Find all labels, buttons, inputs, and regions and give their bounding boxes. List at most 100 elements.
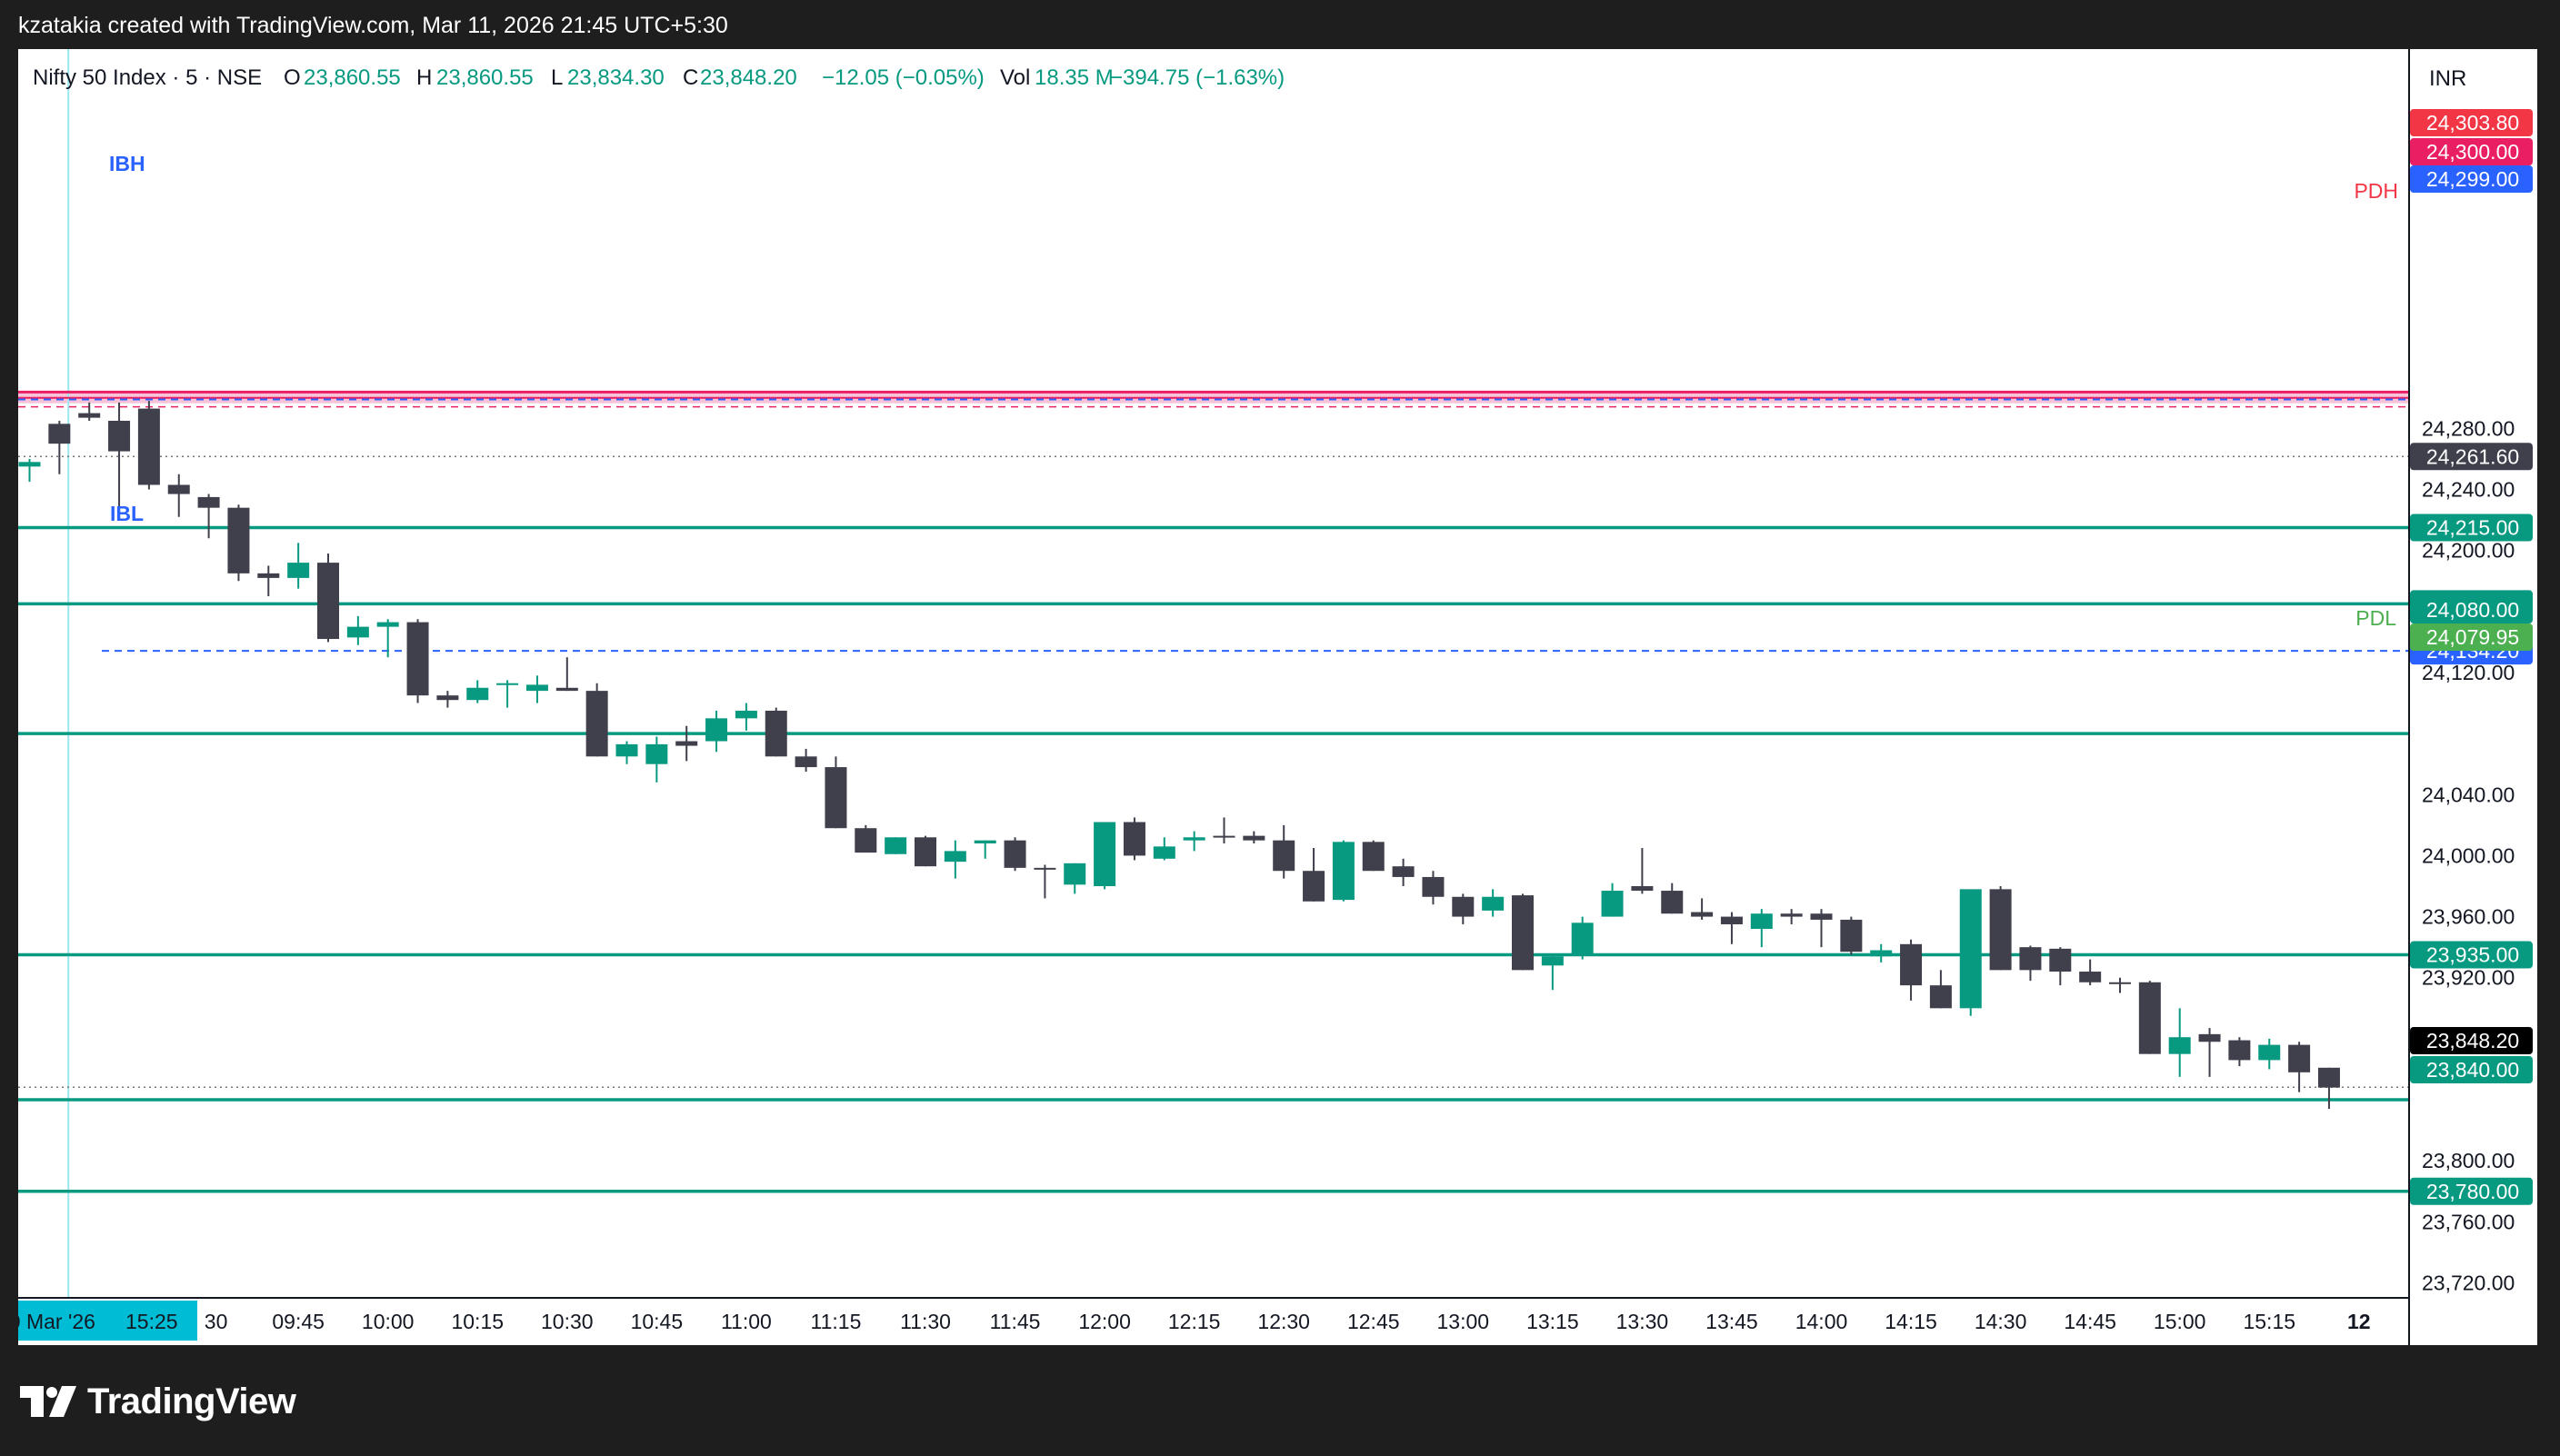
candle-body-27 [825,767,847,829]
candle-body-74 [2228,1040,2251,1061]
time-tick-15:00: 15:00 [2154,1310,2206,1333]
legend-day-change: −394.75 (−1.63%) [1110,65,1285,90]
price-tick-2: 24,200.00 [2422,539,2515,563]
candle-body-63 [1900,943,1923,986]
price-tick-4: 24,040.00 [2422,783,2515,806]
candle-body-72 [2168,1037,2191,1054]
candle-body-62 [1870,950,1893,957]
price-label-text-7: 24,080.00 [2426,598,2519,622]
candle-body-30 [915,837,936,867]
candle-body-1 [48,424,71,444]
time-tick-14:15: 14:15 [1885,1310,1937,1333]
candle-body-47 [1422,876,1445,897]
legend-close-label: C [683,65,698,90]
candle-body-14 [436,695,459,701]
tradingview-logo[interactable]: TradingView [20,1380,296,1423]
candle-body-24 [735,710,757,719]
price-tick-11: 23,720.00 [2422,1272,2515,1295]
candle-body-13 [406,622,429,696]
price-tick-0: 24,280.00 [2422,416,2515,440]
legend-high-label: H [416,65,432,90]
time-tick-12:00: 12:00 [1078,1310,1131,1333]
time-tick-13:15: 13:15 [1526,1310,1579,1333]
legend-change: −12.05 (−0.05%) [822,65,985,90]
candle-body-25 [765,710,787,757]
candle-body-12 [376,622,399,627]
candle-body-67 [2019,947,2042,971]
pdh-annotation: PDH [2354,179,2398,203]
time-tick-11:30: 11:30 [900,1310,951,1333]
candle-body-58 [1750,913,1773,930]
chart-frame[interactable]: INR 24,280.00 24,240.00 24,200.00 24,120.00 2… [18,49,2537,1345]
ibl-annotation: IBL [110,502,144,525]
candle-body-10 [317,563,339,640]
time-tick-13:30: 13:30 [1616,1310,1669,1333]
attribution-bar: kzatakia created with TradingView.com, M… [0,0,2560,49]
ibh-annotation: IBH [109,152,145,175]
candle-body-49 [1482,896,1505,911]
time-tick-11:00: 11:00 [721,1310,772,1333]
time-tick-12: 12 [2347,1310,2371,1333]
candle-body-11 [346,626,369,638]
candle-body-19 [585,691,608,757]
legend-open: 23,860.55 [304,65,401,90]
candle-body-4 [137,408,160,485]
price-label-text-8: 24,079.95 [2426,625,2519,649]
candle-body-5 [167,484,190,494]
legend-volume: 18.35 M [1035,65,1114,90]
legend-close: 23,848.20 [700,65,797,90]
attribution-text: kzatakia created with TradingView.com, M… [18,13,728,38]
price-label-text-12: 23,780.00 [2426,1180,2519,1203]
candle-body-44 [1332,842,1355,901]
candle-body-41 [1243,835,1265,841]
price-label-text-1: 24,300.00 [2426,140,2519,164]
candle-body-16 [496,683,519,685]
chart-canvas[interactable]: INR24,280.0024,240.0024,200.0024,120.002… [18,49,2537,1345]
legend-volume-label: Vol [1000,65,1030,90]
candle-body-71 [2138,982,2161,1054]
candle-body-21 [645,743,668,764]
price-tick-7: 23,920.00 [2422,966,2515,990]
candle-body-2 [78,413,101,418]
price-label-text-11: 23,840.00 [2426,1058,2519,1082]
candle-body-53 [1601,891,1624,917]
time-tick-13:00: 13:00 [1437,1310,1490,1333]
candle-body-0 [18,462,41,467]
candle-body-33 [1004,840,1026,868]
price-label-text-2: 24,299.00 [2426,167,2519,191]
time-tick-14:00: 14:00 [1795,1310,1848,1333]
price-label-text-9: 23,935.00 [2426,943,2519,967]
candle-body-73 [2198,1033,2221,1042]
candle-body-22 [675,741,698,746]
brand-name: TradingView [87,1381,296,1421]
candle-body-40 [1213,835,1235,838]
currency-label: INR [2429,66,2466,91]
time-tick-13:45: 13:45 [1705,1310,1758,1333]
candle-body-50 [1512,895,1534,971]
tradingview-logo-icon [20,1386,76,1417]
candle-body-66 [1989,889,2012,971]
footer-bar [0,1345,2560,1456]
price-tick-6: 23,960.00 [2422,905,2515,929]
candle-body-43 [1303,871,1325,902]
candle-body-17 [525,684,548,692]
candle-body-59 [1780,913,1803,917]
candle-body-51 [1541,956,1564,966]
candle-body-8 [257,573,280,578]
legend-symbol: Nifty 50 Index · 5 · NSE [33,65,262,90]
price-label-text-0: 24,303.80 [2426,111,2519,135]
time-tick-11:15: 11:15 [811,1310,862,1333]
candle-body-26 [795,756,817,768]
candle-body-77 [2317,1067,2340,1088]
candle-body-29 [885,837,907,854]
time-tick-09:45: 09:45 [272,1310,325,1333]
candle-body-61 [1840,919,1863,952]
candle-body-42 [1273,840,1295,872]
candle-body-56 [1691,912,1714,917]
candle-body-76 [2288,1044,2311,1072]
legend-low: 23,834.30 [567,65,665,90]
candle-body-48 [1452,896,1475,917]
price-label-text-4: 24,215.00 [2426,515,2519,539]
candle-body-52 [1571,922,1594,955]
time-tick-10:15: 10:15 [451,1310,504,1333]
